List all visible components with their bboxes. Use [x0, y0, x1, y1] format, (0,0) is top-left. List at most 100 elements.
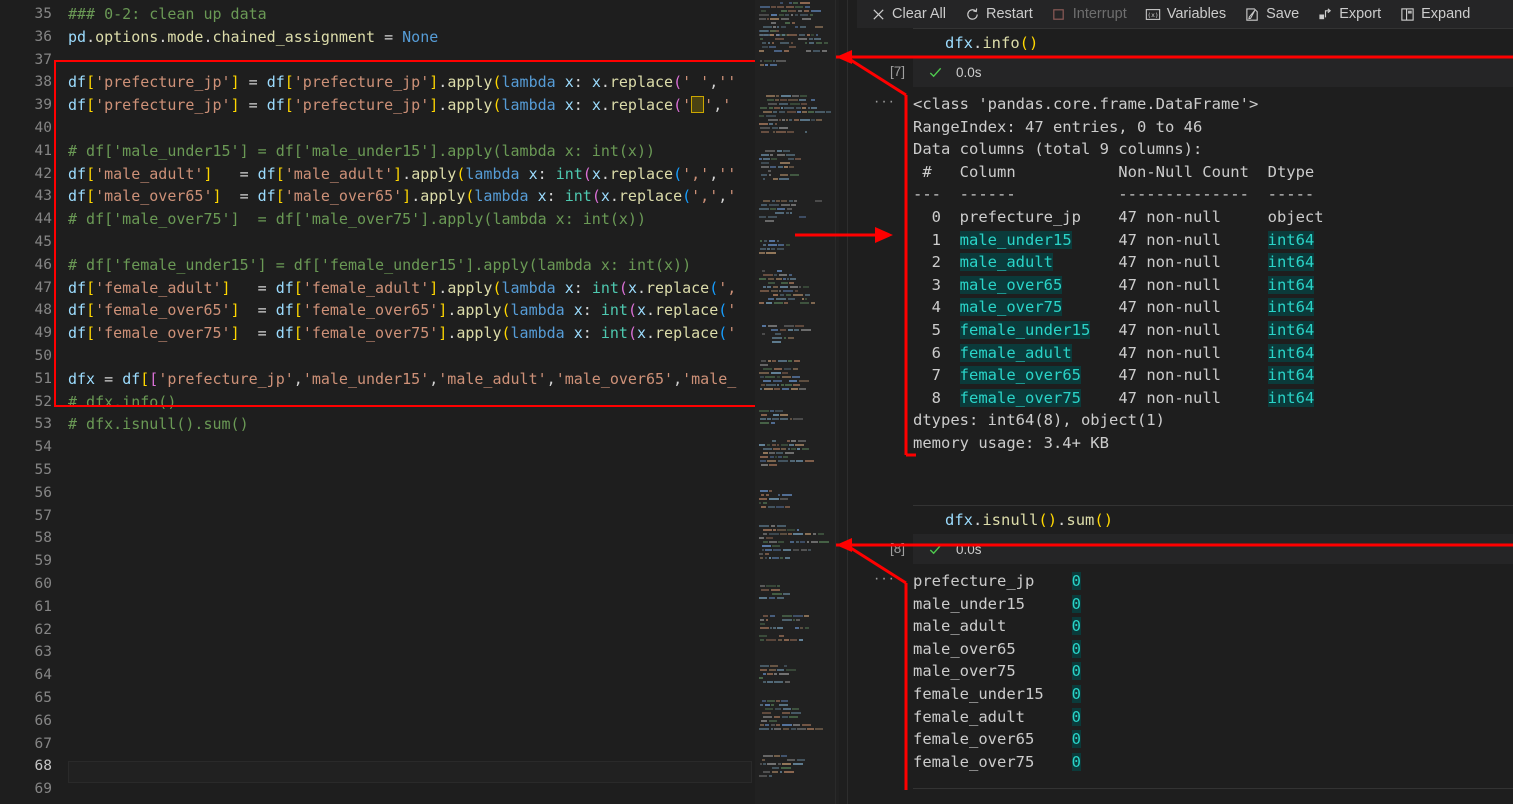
- output-line: memory usage: 3.4+ KB: [913, 433, 1109, 452]
- code-line[interactable]: 35 ### 0-2: clean up data: [0, 3, 755, 26]
- toolbar-restart-button[interactable]: Restart: [955, 3, 1042, 25]
- code-line[interactable]: 41 # df['male_under15'] = df['male_under1…: [0, 140, 755, 163]
- line-source: df['male_over65'] = df['male_over65'].ap…: [68, 187, 737, 206]
- code-line[interactable]: 44 # df['male_over75'] = df['male_over75'…: [0, 208, 755, 231]
- check-icon: [927, 541, 943, 557]
- line-number: 62: [34, 621, 52, 638]
- code-line[interactable]: 40: [0, 117, 755, 140]
- code-line[interactable]: 51 dfx = df[['prefecture_jp','male_under1…: [0, 368, 755, 391]
- toolbar-clear-all-button[interactable]: Clear All: [861, 3, 955, 25]
- toolbar-item-label: Save: [1266, 6, 1300, 22]
- execution-duration: 0.0s: [956, 541, 982, 557]
- line-number: 68: [34, 758, 52, 775]
- svg-text:(x): (x): [1147, 12, 1158, 19]
- line-number: 51: [34, 370, 52, 387]
- close-icon: [870, 6, 886, 22]
- code-line[interactable]: 64: [0, 664, 755, 687]
- code-line[interactable]: 61: [0, 596, 755, 619]
- cell-input-editor[interactable]: dfx.info(): [913, 28, 1513, 57]
- expand-icon: [1399, 6, 1415, 22]
- minimap-slider[interactable]: [755, 0, 839, 804]
- output-table-header: # Column Non-Null Count Dtype: [913, 162, 1315, 181]
- line-source: dfx = df[['prefecture_jp','male_under15'…: [68, 369, 737, 388]
- code-line[interactable]: 66: [0, 710, 755, 733]
- line-source: # df['female_under15'] = df['female_unde…: [68, 255, 692, 274]
- output-series-row: prefecture_jp 0: [913, 572, 1081, 590]
- line-source: ### 0-2: clean up data: [68, 5, 267, 23]
- code-line[interactable]: 59: [0, 550, 755, 573]
- search-match-highlight: male_under15: [959, 230, 1072, 249]
- line-number: 61: [34, 598, 52, 615]
- editor-scrollbar-gutter[interactable]: [839, 0, 857, 804]
- code-line[interactable]: 36 pd.options.mode.chained_assignment = N…: [0, 26, 755, 49]
- toolbar-save-button[interactable]: Save: [1235, 3, 1308, 25]
- code-line[interactable]: 63: [0, 641, 755, 664]
- code-line[interactable]: 55: [0, 459, 755, 482]
- code-line[interactable]: 48 df['female_over65'] = df['female_over6…: [0, 299, 755, 322]
- toolbar-export-button[interactable]: Export: [1308, 3, 1390, 25]
- execution-count: [8]: [889, 541, 905, 556]
- code-line[interactable]: 49 df['female_over75'] = df['female_over7…: [0, 322, 755, 345]
- search-match-highlight: male_over75: [959, 298, 1063, 317]
- code-editor[interactable]: 35 ### 0-2: clean up data 36 pd.options.mod…: [0, 0, 755, 804]
- output-table-row: 4 male_over75 47 non-null int64: [913, 298, 1315, 317]
- output-more-actions[interactable]: ···: [865, 93, 905, 111]
- code-line[interactable]: 56: [0, 482, 755, 505]
- code-line[interactable]: 43 df['male_over65'] = df['male_over65'].…: [0, 185, 755, 208]
- line-number: 57: [34, 507, 52, 524]
- output-table-row: 2 male_adult 47 non-null int64: [913, 253, 1315, 272]
- search-match-highlight: 0: [1071, 684, 1081, 703]
- notebook-toolbar[interactable]: Clear All Restart Interrupt (x) Variables Sav…: [857, 0, 1513, 28]
- line-source: df['male_adult'] = df['male_adult'].appl…: [68, 164, 737, 183]
- line-number: 53: [34, 416, 52, 433]
- code-line[interactable]: 52 # dfx.info(): [0, 391, 755, 414]
- notebook-cell-next[interactable]: [857, 788, 1513, 804]
- toolbar-expand-button[interactable]: Expand: [1390, 3, 1479, 25]
- output-series-row: male_over75 0: [913, 662, 1081, 681]
- line-source: # dfx.info(): [68, 392, 177, 411]
- output-line: Data columns (total 9 columns):: [913, 140, 1203, 159]
- notebook-output-pane[interactable]: Clear All Restart Interrupt (x) Variables Sav…: [857, 0, 1513, 804]
- line-number: 44: [34, 211, 52, 228]
- check-icon: [927, 64, 943, 80]
- code-line[interactable]: 53 # dfx.isnull().sum(): [0, 413, 755, 436]
- code-line[interactable]: 37: [0, 49, 755, 72]
- code-line[interactable]: 65: [0, 687, 755, 710]
- line-number: 65: [34, 690, 52, 706]
- line-number: 40: [34, 120, 52, 136]
- notebook-cell[interactable]: dfx.info() [7] 0.0s ··· <class 'pandas.core.…: [857, 28, 1513, 455]
- line-number: 59: [34, 553, 52, 570]
- code-line[interactable]: 38 df['prefecture_jp'] = df['prefecture_j…: [0, 71, 755, 94]
- line-number: 37: [34, 51, 52, 68]
- line-number: 38: [34, 74, 52, 91]
- line-number: 41: [34, 142, 52, 159]
- cell-source-code: dfx.info(): [945, 34, 1039, 52]
- code-line[interactable]: 45: [0, 231, 755, 254]
- cell-input-editor[interactable]: [913, 788, 1513, 804]
- toolbar-item-label: Expand: [1421, 6, 1471, 22]
- code-line[interactable]: 60: [0, 573, 755, 596]
- code-line[interactable]: 47 df['female_adult'] = df['female_adult'…: [0, 277, 755, 300]
- code-line[interactable]: 46 # df['female_under15'] = df['female_un…: [0, 254, 755, 277]
- code-line[interactable]: 39 df['prefecture_jp'] = df['prefecture_j…: [0, 94, 755, 117]
- code-line[interactable]: 54: [0, 436, 755, 459]
- output-more-actions[interactable]: ···: [865, 570, 905, 588]
- cell-output: ··· prefecture_jp 0 male_under15 0 male_adu…: [874, 564, 1513, 773]
- toolbar-variables-button[interactable]: (x) Variables: [1136, 3, 1235, 25]
- execution-count: [7]: [889, 64, 905, 79]
- notebook-cell[interactable]: dfx.isnull().sum() [8] 0.0s ··· prefecture_j…: [857, 505, 1513, 773]
- code-line[interactable]: 57: [0, 505, 755, 528]
- code-line[interactable]: 58: [0, 527, 755, 550]
- line-source: df['prefecture_jp'] = df['prefecture_jp'…: [68, 96, 732, 115]
- search-match-highlight: int64: [1267, 366, 1315, 385]
- line-number: 64: [34, 667, 52, 684]
- code-line[interactable]: 50: [0, 345, 755, 368]
- line-number: 45: [34, 234, 52, 250]
- code-line[interactable]: 62: [0, 619, 755, 642]
- code-line[interactable]: 42 df['male_adult'] = df['male_adult'].ap…: [0, 163, 755, 186]
- cell-input-editor[interactable]: dfx.isnull().sum(): [913, 505, 1513, 534]
- code-line[interactable]: 67: [0, 733, 755, 756]
- line-source: # df['male_over75'] = df['male_over75'].…: [68, 210, 646, 229]
- output-table-row: 5 female_under15 47 non-null int64: [913, 320, 1315, 339]
- editor-minimap[interactable]: [755, 0, 839, 804]
